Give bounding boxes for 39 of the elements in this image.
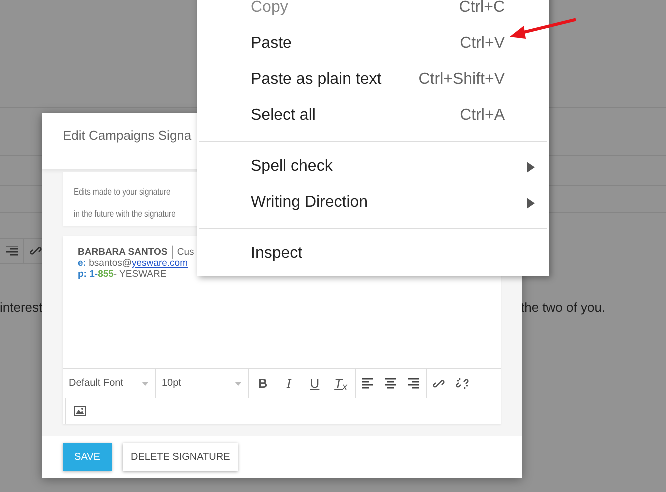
submenu-arrow-icon: [527, 198, 535, 208]
underline-button[interactable]: U: [307, 374, 323, 394]
shortcut-text: Ctrl+C: [459, 0, 505, 18]
menu-item[interactable]: Spell check: [197, 149, 549, 185]
body-text: interest: [0, 299, 43, 317]
signature-name-line: BARBARA SANTOS | Cus: [78, 246, 194, 258]
font-dropdown[interactable]: Default Font: [69, 376, 149, 391]
menu-item[interactable]: Select all Ctrl+A: [197, 98, 549, 134]
email-link[interactable]: yesware.com: [132, 258, 188, 269]
unlink-icon[interactable]: [456, 377, 469, 390]
delete-signature-button[interactable]: DELETE SIGNATURE: [123, 443, 238, 471]
caret-icon: [235, 382, 242, 386]
bold-button[interactable]: B: [255, 374, 271, 394]
menu-item[interactable]: Inspect: [197, 236, 549, 272]
arrow-annotation: [508, 16, 578, 42]
dialog-title: Edit Campaigns Signa: [63, 128, 192, 143]
submenu-arrow-icon: [527, 162, 535, 172]
signature-phone-line: p: 1-855- YESWARE: [78, 269, 167, 280]
align-right-icon[interactable]: [408, 378, 420, 389]
notice-text: in the future with the signature: [74, 208, 176, 222]
notice-text: Edits made to your signature: [74, 186, 171, 200]
clear-format-button[interactable]: T$_{x}$: [333, 374, 349, 394]
body-text: the two of you.: [521, 299, 606, 317]
menu-item[interactable]: Paste Ctrl+V: [197, 26, 549, 62]
align-center-icon[interactable]: [385, 378, 397, 389]
shortcut-text: Ctrl+Shift+V: [418, 70, 505, 90]
signature-email-line: e: bsantos@yesware.com: [78, 258, 188, 269]
link-icon: [30, 245, 42, 257]
shortcut-text: Ctrl+V: [460, 34, 505, 54]
menu-item[interactable]: Paste as plain text Ctrl+Shift+V: [197, 62, 549, 98]
shortcut-text: Ctrl+A: [460, 106, 505, 126]
italic-button[interactable]: I: [281, 374, 297, 394]
size-dropdown[interactable]: 10pt: [162, 376, 242, 391]
link-icon[interactable]: [433, 378, 445, 390]
image-icon[interactable]: [74, 406, 86, 416]
align-right-icon: [6, 246, 18, 256]
caret-icon: [142, 382, 149, 386]
align-left-icon[interactable]: [362, 378, 374, 389]
menu-item[interactable]: Writing Direction: [197, 185, 549, 221]
